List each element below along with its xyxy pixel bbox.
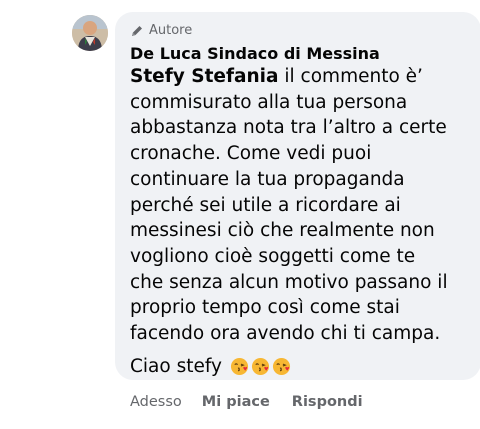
comment-line: perché sei utile a ricordare ai xyxy=(130,194,401,216)
comment-line: messinesi ciò che realmente non xyxy=(130,220,435,242)
like-button[interactable]: Mi piace xyxy=(202,394,270,410)
avatar-photo xyxy=(72,15,108,51)
comment-timestamp[interactable]: Adesso xyxy=(130,394,182,410)
comment-closing: Ciao stefy xyxy=(130,354,291,380)
comment-actions: Adesso Mi piace Rispondi xyxy=(130,394,385,410)
comment-line: vogliono cioè soggetti come te xyxy=(130,245,416,267)
comment-text: Stefy Stefania il commento è’ commisurat… xyxy=(130,64,470,347)
author-name[interactable]: De Luca Sindaco di Messina xyxy=(130,44,380,63)
comment-line: commisurato alla tua persona xyxy=(130,91,408,113)
mention-link[interactable]: Stefy Stefania xyxy=(130,66,279,87)
comment-line: Stefy Stefania il commento è’ xyxy=(130,66,423,87)
closing-text: Ciao stefy xyxy=(130,356,223,377)
pencil-icon xyxy=(130,24,144,38)
kissing-heart-icon xyxy=(251,357,270,376)
reply-button[interactable]: Rispondi xyxy=(292,394,363,410)
comment-line: cronache. Come vedi puoi xyxy=(130,143,372,165)
comment-line: abbastanza nota tra l’altro a certe xyxy=(130,117,447,139)
comment-line: proprio tempo così come stai xyxy=(130,297,400,319)
author-badge: Autore xyxy=(130,23,192,38)
comment-line: facendo ora avendo chi ti campa. xyxy=(130,323,441,345)
kissing-heart-icon xyxy=(272,357,291,376)
comment-line: continuare la tua propaganda xyxy=(130,168,405,190)
comment-line: che senza alcun motivo passano il xyxy=(130,271,448,293)
author-badge-label: Autore xyxy=(149,23,193,38)
kissing-heart-icon xyxy=(230,357,249,376)
avatar[interactable] xyxy=(72,15,108,51)
